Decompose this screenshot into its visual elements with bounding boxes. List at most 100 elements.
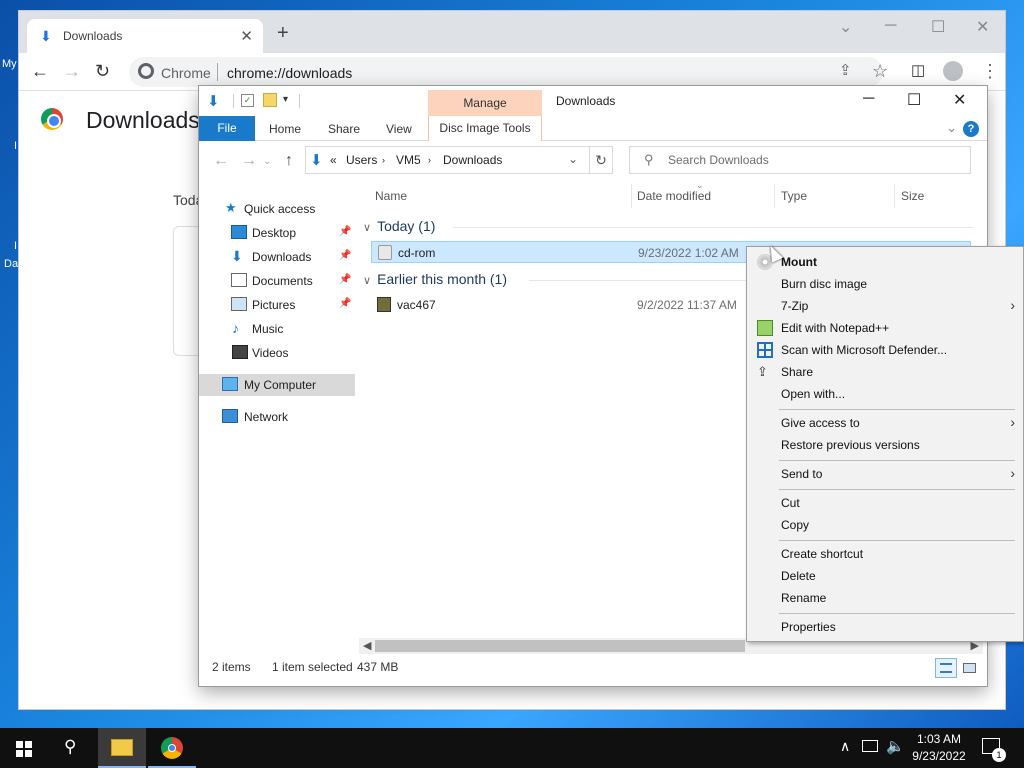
nav-item-downloads[interactable]: ⬇ Downloads 📌 — [199, 246, 355, 268]
share-icon[interactable]: ⇪ — [839, 61, 852, 81]
scrollbar-thumb[interactable] — [375, 640, 745, 652]
nav-item-quick-access[interactable]: ★ Quick access — [199, 198, 355, 220]
desktop-icon-label[interactable]: I — [14, 240, 17, 252]
tab-share[interactable]: Share — [328, 122, 360, 136]
forward-icon[interactable]: → — [63, 61, 81, 81]
nav-item-music[interactable]: ♪ Music — [199, 318, 355, 340]
refresh-button[interactable]: ↻ — [589, 146, 613, 174]
properties-check-icon[interactable]: ✓ — [241, 94, 254, 107]
nav-item-videos[interactable]: Videos — [199, 342, 355, 364]
chevron-down-icon[interactable]: ⌄ — [839, 17, 852, 37]
desktop-icon-label[interactable]: I — [14, 140, 17, 152]
taskbar-file-explorer[interactable] — [98, 728, 146, 768]
network-icon[interactable] — [862, 740, 878, 752]
forward-icon[interactable]: → — [241, 152, 257, 170]
menu-item-scan-defender[interactable]: Scan with Microsoft Defender... — [747, 339, 1023, 361]
column-divider[interactable] — [631, 184, 632, 208]
menu-item-restore-previous-versions[interactable]: Restore previous versions — [747, 434, 1023, 456]
chevron-down-icon[interactable]: ∨ — [363, 222, 371, 234]
column-divider[interactable] — [894, 184, 895, 208]
menu-item-edit-with-notepad[interactable]: Edit with Notepad++ — [747, 317, 1023, 339]
menu-item-mount[interactable]: Mount — [747, 251, 1023, 273]
menu-item-give-access-to[interactable]: Give access to › — [747, 412, 1023, 434]
address-bar[interactable]: Chrome chrome://downloads — [129, 57, 883, 87]
more-menu-icon[interactable]: ⋮ — [981, 61, 999, 81]
menu-item-7zip[interactable]: 7-Zip › — [747, 295, 1023, 317]
menu-item-burn-disc-image[interactable]: Burn disc image — [747, 273, 1023, 295]
breadcrumb[interactable]: ⬇ « Users › VM5 › Downloads ⌄ — [305, 146, 613, 174]
menu-item-create-shortcut[interactable]: Create shortcut — [747, 543, 1023, 565]
search-input[interactable] — [668, 153, 958, 167]
new-folder-icon[interactable] — [263, 93, 277, 107]
new-tab-icon[interactable]: + — [277, 23, 289, 43]
maximize-icon[interactable]: ☐ — [907, 90, 921, 110]
pin-icon[interactable]: 📌 — [339, 250, 351, 261]
desktop-icon-label[interactable]: Da — [4, 258, 18, 270]
menu-item-cut[interactable]: Cut — [747, 492, 1023, 514]
menu-item-copy[interactable]: Copy — [747, 514, 1023, 536]
search-button[interactable]: ⚲ — [48, 728, 96, 768]
start-button[interactable] — [0, 728, 48, 768]
tab-view[interactable]: View — [386, 122, 412, 136]
nav-item-desktop[interactable]: Desktop 📌 — [199, 222, 355, 244]
tab-home[interactable]: Home — [269, 122, 301, 136]
column-divider[interactable] — [774, 184, 775, 208]
profile-avatar-icon[interactable] — [943, 61, 963, 81]
group-header-today[interactable]: ∨ Today (1) — [363, 218, 435, 234]
nav-item-my-computer[interactable]: My Computer — [199, 374, 355, 396]
minimize-icon[interactable]: ─ — [885, 17, 896, 35]
minimize-icon[interactable]: ─ — [863, 90, 874, 108]
address-dropdown-icon[interactable]: ⌄ — [568, 152, 578, 166]
clock-time[interactable]: 1:03 AM — [906, 732, 972, 746]
url-text[interactable]: chrome://downloads — [227, 65, 352, 81]
breadcrumb-overflow[interactable]: « — [330, 153, 337, 167]
group-header-earlier-this-month[interactable]: ∨ Earlier this month (1) — [363, 271, 507, 287]
column-header-type[interactable]: Type — [781, 189, 807, 203]
menu-item-send-to[interactable]: Send to › — [747, 463, 1023, 485]
manage-context-tab[interactable]: Manage — [428, 90, 542, 116]
volume-icon[interactable]: 🔈 — [886, 737, 905, 755]
desktop-icon-label[interactable]: My — [2, 58, 17, 70]
close-tab-icon[interactable]: ✕ — [240, 27, 253, 45]
column-header-size[interactable]: Size — [901, 189, 924, 203]
menu-item-delete[interactable]: Delete — [747, 565, 1023, 587]
breadcrumb-item-vm5[interactable]: VM5 — [396, 153, 421, 167]
show-hidden-icons-icon[interactable]: ∧ — [840, 738, 850, 755]
back-icon[interactable]: ← — [213, 152, 229, 170]
maximize-icon[interactable]: ☐ — [931, 17, 945, 37]
recent-locations-icon[interactable]: ⌄ — [263, 156, 271, 167]
chrome-tab-downloads[interactable]: ⬇ Downloads ✕ — [27, 19, 263, 53]
pin-icon[interactable]: 📌 — [339, 274, 351, 285]
details-view-button[interactable] — [935, 658, 957, 678]
menu-item-properties[interactable]: Properties — [747, 616, 1023, 638]
tab-disc-image-tools[interactable]: Disc Image Tools — [428, 116, 542, 141]
chevron-down-icon[interactable]: ∨ — [363, 275, 371, 287]
pin-icon[interactable]: 📌 — [339, 226, 351, 237]
close-window-icon[interactable]: ✕ — [953, 90, 966, 110]
breadcrumb-item-users[interactable]: Users — [346, 153, 377, 167]
expand-ribbon-icon[interactable]: ⌄ — [946, 120, 957, 136]
up-icon[interactable]: ↑ — [285, 152, 293, 170]
taskbar-chrome[interactable] — [148, 728, 196, 768]
side-panel-icon[interactable]: ◫ — [911, 61, 925, 81]
nav-item-network[interactable]: Network — [199, 406, 355, 428]
large-icons-view-button[interactable] — [958, 658, 980, 678]
menu-item-share[interactable]: ⇪ Share — [747, 361, 1023, 383]
menu-item-open-with[interactable]: Open with... — [747, 383, 1023, 405]
search-box[interactable]: ⚲ — [629, 146, 971, 174]
bookmark-star-icon[interactable]: ☆ — [872, 61, 888, 81]
close-window-icon[interactable]: ✕ — [976, 17, 989, 37]
chevron-right-icon[interactable]: › — [382, 155, 385, 165]
quick-access-dropdown-icon[interactable]: ▾ — [283, 94, 288, 105]
help-icon[interactable]: ? — [963, 121, 979, 137]
scroll-left-icon[interactable]: ◀ — [363, 639, 371, 652]
pin-icon[interactable]: 📌 — [339, 298, 351, 309]
nav-item-pictures[interactable]: Pictures 📌 — [199, 294, 355, 316]
menu-item-rename[interactable]: Rename — [747, 587, 1023, 609]
reload-icon[interactable]: ↻ — [95, 61, 110, 81]
column-header-date-modified[interactable]: Date modified — [637, 189, 711, 203]
breadcrumb-item-downloads[interactable]: Downloads — [443, 153, 502, 167]
clock-date[interactable]: 9/23/2022 — [906, 749, 972, 763]
nav-item-documents[interactable]: Documents 📌 — [199, 270, 355, 292]
chevron-right-icon[interactable]: › — [428, 155, 431, 165]
